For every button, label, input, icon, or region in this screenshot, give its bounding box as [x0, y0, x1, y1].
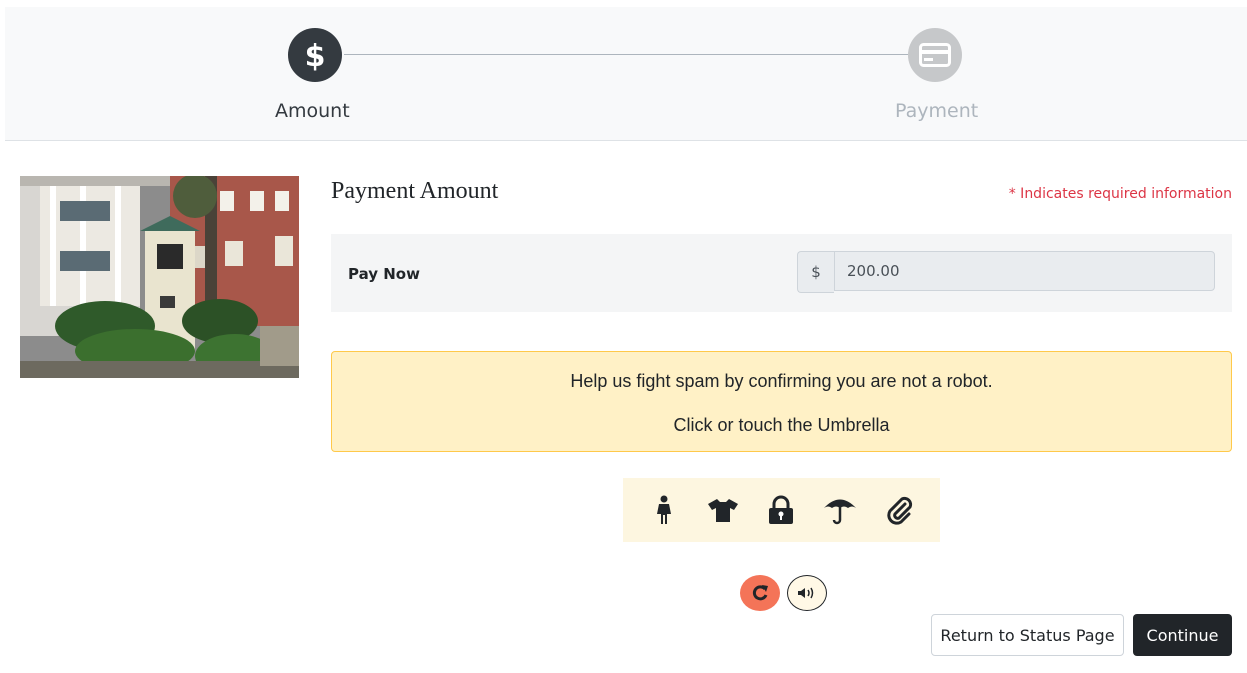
dollar-icon: $	[288, 28, 342, 82]
tshirt-icon[interactable]	[703, 490, 743, 530]
captcha-alert: Help us fight spam by confirming you are…	[331, 351, 1232, 452]
currency-prefix: $	[797, 251, 834, 293]
svg-text:$: $	[305, 39, 326, 73]
refresh-icon	[752, 585, 768, 601]
amount-field[interactable]	[834, 251, 1215, 291]
speaker-icon	[798, 587, 814, 599]
continue-button[interactable]: Continue	[1133, 614, 1232, 656]
page-title: Payment Amount	[331, 178, 499, 204]
umbrella-icon[interactable]	[820, 490, 860, 530]
audio-captcha-button[interactable]	[787, 575, 827, 611]
required-info-note: * Indicates required information	[1008, 186, 1232, 202]
return-to-status-button[interactable]: Return to Status Page	[931, 614, 1124, 656]
step-amount-label: Amount	[275, 100, 350, 122]
captcha-prompt: Click or touch the Umbrella	[673, 415, 890, 435]
credit-card-icon	[908, 28, 962, 82]
refresh-captcha-button[interactable]	[740, 575, 780, 611]
progress-stepper: $ Amount Payment	[5, 7, 1247, 141]
pay-now-panel: Pay Now $	[331, 234, 1232, 312]
stepper-connector	[344, 54, 916, 55]
amount-input-group: $	[797, 251, 1215, 293]
person-icon[interactable]	[644, 490, 684, 530]
pay-now-label: Pay Now	[348, 265, 420, 283]
paperclip-icon[interactable]	[879, 490, 919, 530]
lock-icon[interactable]	[761, 490, 801, 530]
step-payment-label: Payment	[895, 100, 979, 122]
captcha-icon-choices	[623, 478, 940, 542]
captcha-instruction: Help us fight spam by confirming you are…	[570, 371, 993, 391]
campus-building-photo	[20, 176, 299, 378]
